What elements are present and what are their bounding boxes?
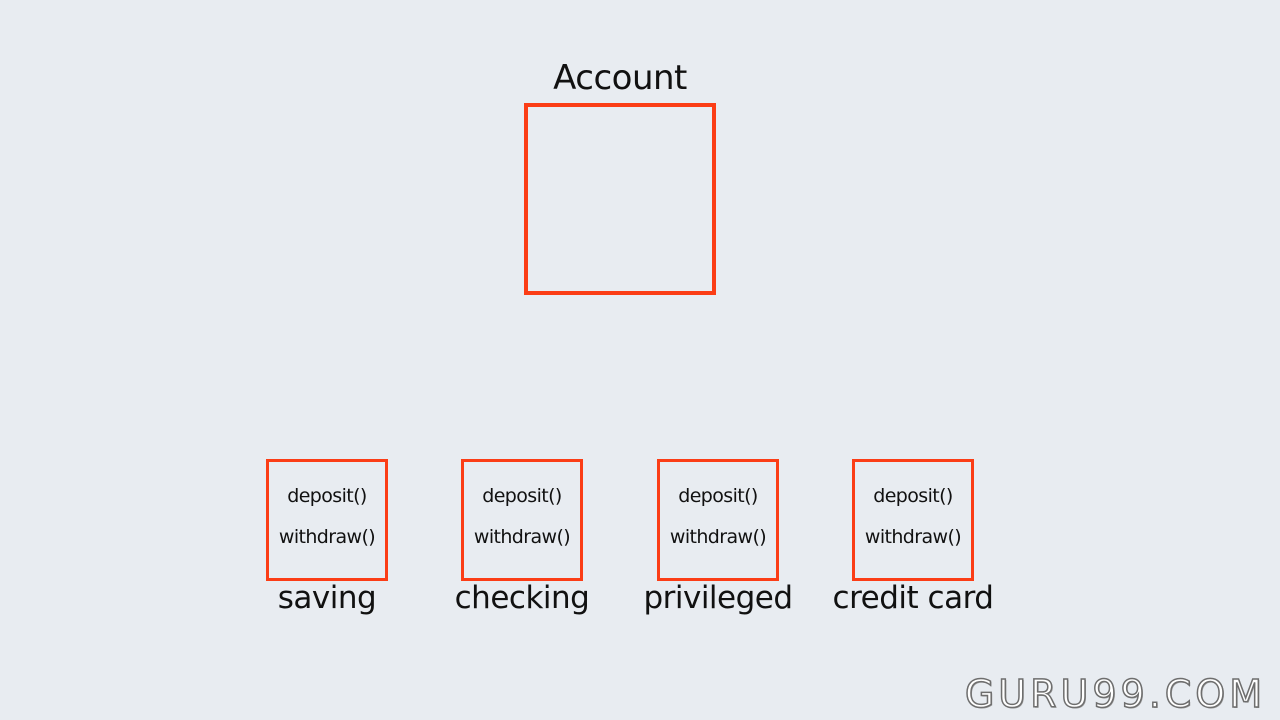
- withdraw-method: withdraw(): [669, 526, 767, 548]
- deposit-method: deposit(): [678, 485, 758, 507]
- class-diagram: Account deposit() withdraw() saving depo…: [0, 0, 1280, 720]
- child-class-box-credit-card: deposit() withdraw(): [852, 459, 974, 581]
- watermark-logo: GURU99.COM: [964, 671, 1266, 717]
- parent-class-title: Account: [553, 58, 687, 98]
- child-class-name-privileged: privileged: [643, 580, 793, 616]
- withdraw-method: withdraw(): [473, 526, 571, 548]
- child-class-box-checking: deposit() withdraw(): [461, 459, 583, 581]
- child-class-name-checking: checking: [454, 580, 590, 616]
- deposit-method: deposit(): [482, 485, 562, 507]
- child-class-box-saving: deposit() withdraw(): [266, 459, 388, 581]
- withdraw-method: withdraw(): [864, 526, 962, 548]
- parent-class-box: [524, 103, 716, 295]
- child-class-name-saving: saving: [277, 580, 377, 616]
- child-class-box-privileged: deposit() withdraw(): [657, 459, 779, 581]
- deposit-method: deposit(): [873, 485, 953, 507]
- child-class-name-credit-card: credit card: [832, 580, 994, 616]
- deposit-method: deposit(): [287, 485, 367, 507]
- withdraw-method: withdraw(): [278, 526, 376, 548]
